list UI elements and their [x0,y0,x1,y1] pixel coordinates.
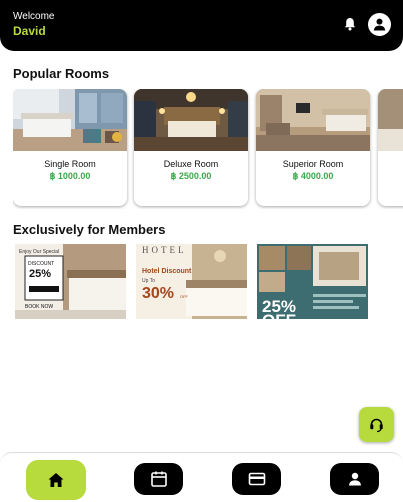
promo-banner-1[interactable]: Enjoy Our Special DISCOUNT 25% BOOK NOW [15,244,126,319]
bell-icon[interactable] [342,16,358,32]
popular-rooms-list: Single Room ฿ 1000.00 Deluxe Room ฿ 2500… [13,89,403,209]
room-image-single [13,89,127,151]
user-name: David [13,24,46,38]
app-screen: Welcome David Popular Rooms Single Room … [0,0,403,502]
user-icon[interactable] [368,13,391,36]
card-icon [248,472,265,486]
home-icon [48,473,64,487]
promo-1-headline: Enjoy Our Special [19,249,59,255]
room-card-partial[interactable] [378,89,403,206]
room-image-superior [256,89,370,151]
promo-banner-3[interactable]: 25% OFF [257,244,368,319]
room-card-single[interactable]: Single Room ฿ 1000.00 [13,89,127,206]
welcome-text: Welcome [13,11,55,22]
room-name: Deluxe Room [163,159,219,169]
room-price: ฿ 2500.00 [170,171,212,181]
nav-home-button[interactable] [26,460,86,500]
room-image-partial [378,89,403,151]
room-name: Superior Room [282,159,344,169]
nav-profile-button[interactable] [330,463,379,495]
room-card-superior[interactable]: Superior Room ฿ 4000.00 [256,89,370,206]
room-price: ฿ 4000.00 [292,171,334,181]
promo-2-brand: HOTEL [142,245,187,255]
members-title: Exclusively for Members [13,222,166,237]
header: Welcome David [0,0,403,51]
promo-3-off: OFF [262,311,296,319]
promo-banner-2[interactable]: HOTEL Hotel Discount Up To 30% OFF [136,244,247,319]
member-promos: Enjoy Our Special DISCOUNT 25% BOOK NOW … [15,244,403,320]
room-image-deluxe [134,89,248,151]
promo-2-headline: Hotel Discount [142,268,192,275]
promo-2-upto: Up To [142,278,155,284]
room-name: Single Room [44,159,96,169]
promo-1-percent: 25% [29,268,51,280]
support-fab-button[interactable] [359,407,394,442]
calendar-icon [150,471,167,487]
room-card-deluxe[interactable]: Deluxe Room ฿ 2500.00 [134,89,248,206]
bottom-navigation [0,452,403,502]
support-bag-icon [370,418,383,433]
nav-calendar-button[interactable] [134,463,183,495]
profile-icon [348,472,361,486]
room-price: ฿ 1000.00 [49,171,91,181]
promo-1-discount: DISCOUNT [28,261,54,267]
promo-1-cta: BOOK NOW [25,304,53,310]
nav-payment-button[interactable] [232,463,281,495]
promo-2-percent: 30% [142,285,174,302]
popular-rooms-title: Popular Rooms [13,66,110,81]
promo-2-off: OFF [180,294,189,299]
